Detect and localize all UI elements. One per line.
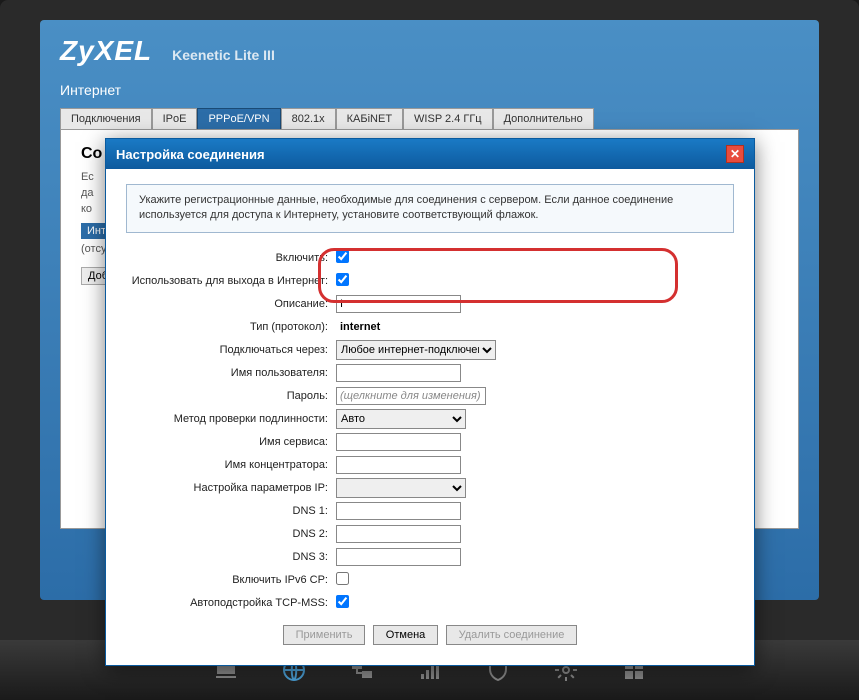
- input-dns2[interactable]: [336, 525, 461, 543]
- label-ipv6cp: Включить IPv6 CP:: [126, 574, 336, 586]
- label-password: Пароль:: [126, 390, 336, 402]
- tab-8021x[interactable]: 802.1x: [281, 108, 336, 129]
- checkbox-ipv6cp[interactable]: [336, 572, 349, 585]
- label-enable: Включить:: [126, 252, 336, 264]
- label-dns3: DNS 3:: [126, 551, 336, 563]
- label-tcpmss: Автоподстройка TCP-MSS:: [126, 597, 336, 609]
- modal-body: Укажите регистрационные данные, необходи…: [106, 169, 754, 665]
- tab-wisp[interactable]: WISP 2.4 ГГц: [403, 108, 493, 129]
- label-concentrator: Имя концентратора:: [126, 459, 336, 471]
- brand-logo: ZyXEL: [60, 35, 152, 67]
- modal-header: Настройка соединения ✕: [106, 139, 754, 169]
- close-icon[interactable]: ✕: [726, 145, 744, 163]
- tab-connections[interactable]: Подключения: [60, 108, 152, 129]
- input-username[interactable]: [336, 364, 461, 382]
- label-username: Имя пользователя:: [126, 367, 336, 379]
- input-service[interactable]: [336, 433, 461, 451]
- value-type: internet: [336, 321, 380, 333]
- label-auth: Метод проверки подлинности:: [126, 413, 336, 425]
- tab-ipoe[interactable]: IPoE: [152, 108, 198, 129]
- input-dns1[interactable]: [336, 502, 461, 520]
- checkbox-enable[interactable]: [336, 250, 349, 263]
- input-dns3[interactable]: [336, 548, 461, 566]
- tab-extra[interactable]: Дополнительно: [493, 108, 594, 129]
- modal-title: Настройка соединения: [116, 147, 265, 162]
- delete-button[interactable]: Удалить соединение: [446, 625, 578, 645]
- label-ip: Настройка параметров IP:: [126, 482, 336, 494]
- select-auth[interactable]: Авто: [336, 409, 466, 429]
- checkbox-tcpmss[interactable]: [336, 595, 349, 608]
- tab-bar: Подключения IPoE PPPoE/VPN 802.1x КАБiNE…: [60, 108, 799, 129]
- button-row: Применить Отмена Удалить соединение: [126, 625, 734, 645]
- label-dns1: DNS 1:: [126, 505, 336, 517]
- brand-row: ZyXEL Keenetic Lite III: [60, 35, 799, 67]
- select-ip[interactable]: [336, 478, 466, 498]
- label-use-internet: Использовать для выхода в Интернет:: [126, 275, 336, 287]
- checkbox-use-internet[interactable]: [336, 273, 349, 286]
- app-frame: ZyXEL Keenetic Lite III Интернет Подключ…: [0, 0, 859, 700]
- input-password[interactable]: [336, 387, 486, 405]
- label-description: Описание:: [126, 298, 336, 310]
- select-connect-via[interactable]: Любое интернет-подключение: [336, 340, 496, 360]
- cancel-button[interactable]: Отмена: [373, 625, 438, 645]
- tab-pppoe-vpn[interactable]: PPPoE/VPN: [197, 108, 280, 129]
- connection-settings-modal: Настройка соединения ✕ Укажите регистрац…: [105, 138, 755, 666]
- label-dns2: DNS 2:: [126, 528, 336, 540]
- input-description[interactable]: [336, 295, 461, 313]
- section-title: Интернет: [60, 82, 799, 98]
- model-name: Keenetic Lite III: [172, 47, 275, 63]
- label-connect-via: Подключаться через:: [126, 344, 336, 356]
- apply-button[interactable]: Применить: [283, 625, 366, 645]
- label-service: Имя сервиса:: [126, 436, 336, 448]
- tab-kabinet[interactable]: КАБiNET: [336, 108, 403, 129]
- label-type: Тип (протокол):: [126, 321, 336, 333]
- input-concentrator[interactable]: [336, 456, 461, 474]
- info-box: Укажите регистрационные данные, необходи…: [126, 184, 734, 233]
